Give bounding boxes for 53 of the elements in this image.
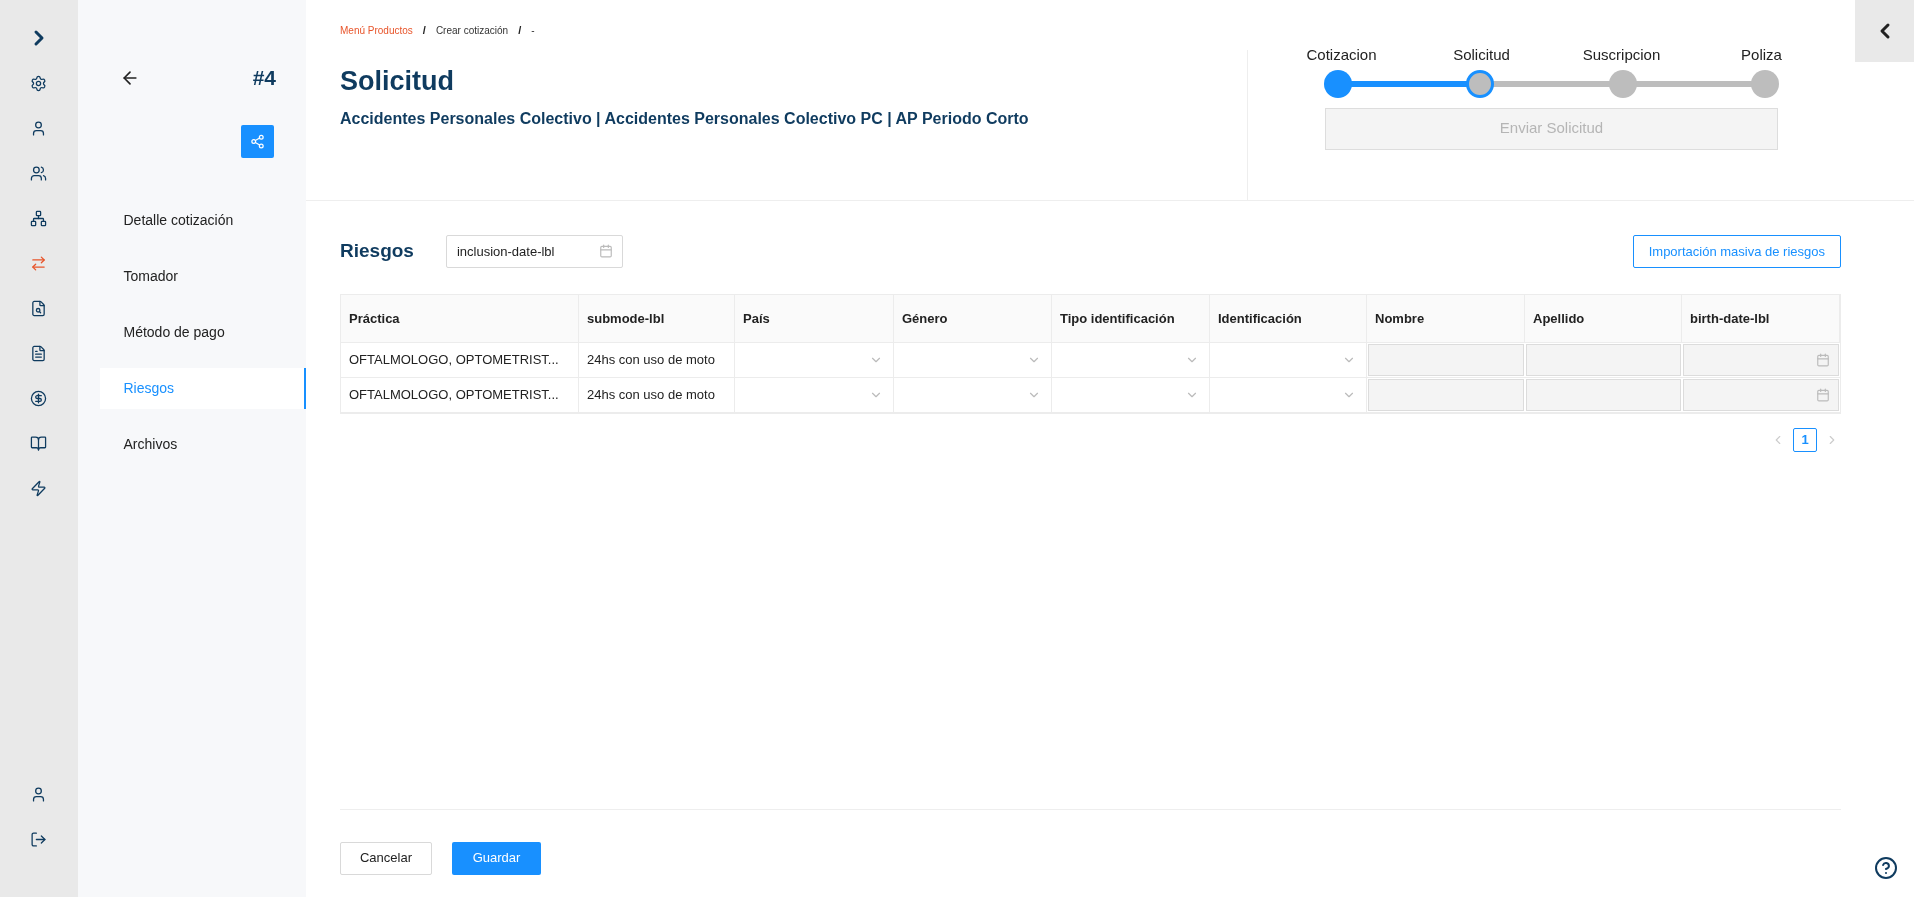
table-cell-text: OFTALMOLOGO, OPTOMETRIST... [349,386,559,405]
table-cell-text: 24hs con uso de moto [587,386,715,405]
column-header: Género [902,309,948,328]
sidebar-item[interactable]: Riesgos [99,367,306,409]
date-field[interactable]: inclusion-date-lbl [445,235,623,268]
table-cell-text: 24hs con uso de moto [587,351,715,370]
calendar-icon [598,244,613,258]
users-icon [30,164,48,182]
document-icon [30,344,48,362]
breadcrumb-item: Crear cotización [435,23,509,38]
document-search-icon [30,299,48,317]
settings-icon [30,74,48,92]
lightning-icon [30,479,48,497]
quote-number: #4 [252,65,276,91]
step-label: Solicitud [1452,45,1511,65]
sidebar-item[interactable]: Archivos [99,423,306,465]
breadcrumb-item: - [531,23,535,38]
cancel-button[interactable]: Cancelar [340,841,432,875]
page-number[interactable]: 1 [1793,428,1817,452]
page-subtitle: Accidentes Personales Colectivo | Accidentes Personales Colectivo PC | AP Periodo Corto [340,109,1030,129]
sidebar-item[interactable]: Tomador [99,255,306,297]
share-button[interactable] [241,124,274,158]
column-header: Nombre [1375,309,1425,328]
column-header: País [743,309,770,328]
breadcrumb-separator: / [422,23,426,38]
save-button[interactable]: Guardar [452,841,541,875]
sidebar-item[interactable]: Método de pago [99,311,306,353]
breadcrumb-separator: / [518,23,522,38]
calendar-icon [1816,353,1830,367]
step-label: Cotizacion [1305,45,1378,65]
table-cell-text: OFTALMOLOGO, OPTOMETRIST... [349,351,559,370]
mass-import-button[interactable]: Importación masiva de riesgos [1632,235,1841,268]
help-button[interactable] [1874,856,1898,880]
breadcrumb-link[interactable]: Menú Productos [340,22,413,38]
step-label: Poliza [1740,45,1783,65]
page-title: Solicitud [340,64,455,98]
book-icon [30,434,48,452]
help-icon [1874,856,1898,880]
column-header: birth-date-lbl [1690,309,1770,328]
transfer-arrows-icon [30,254,48,272]
logout-icon [30,830,48,848]
share-icon [250,133,265,149]
column-header: Apellido [1533,309,1585,328]
dollar-coin-icon [30,389,48,407]
column-header: submode-lbl [587,309,665,328]
section-title: Riesgos [340,239,414,264]
sidebar-item[interactable]: Detalle cotización [99,199,306,241]
column-header: Práctica [349,309,400,328]
step-label: Suscripcion [1581,45,1662,65]
column-header: Identificación [1218,309,1302,328]
column-header: Tipo identificación [1060,309,1175,328]
calendar-icon [1816,388,1830,402]
hierarchy-icon [30,209,48,227]
